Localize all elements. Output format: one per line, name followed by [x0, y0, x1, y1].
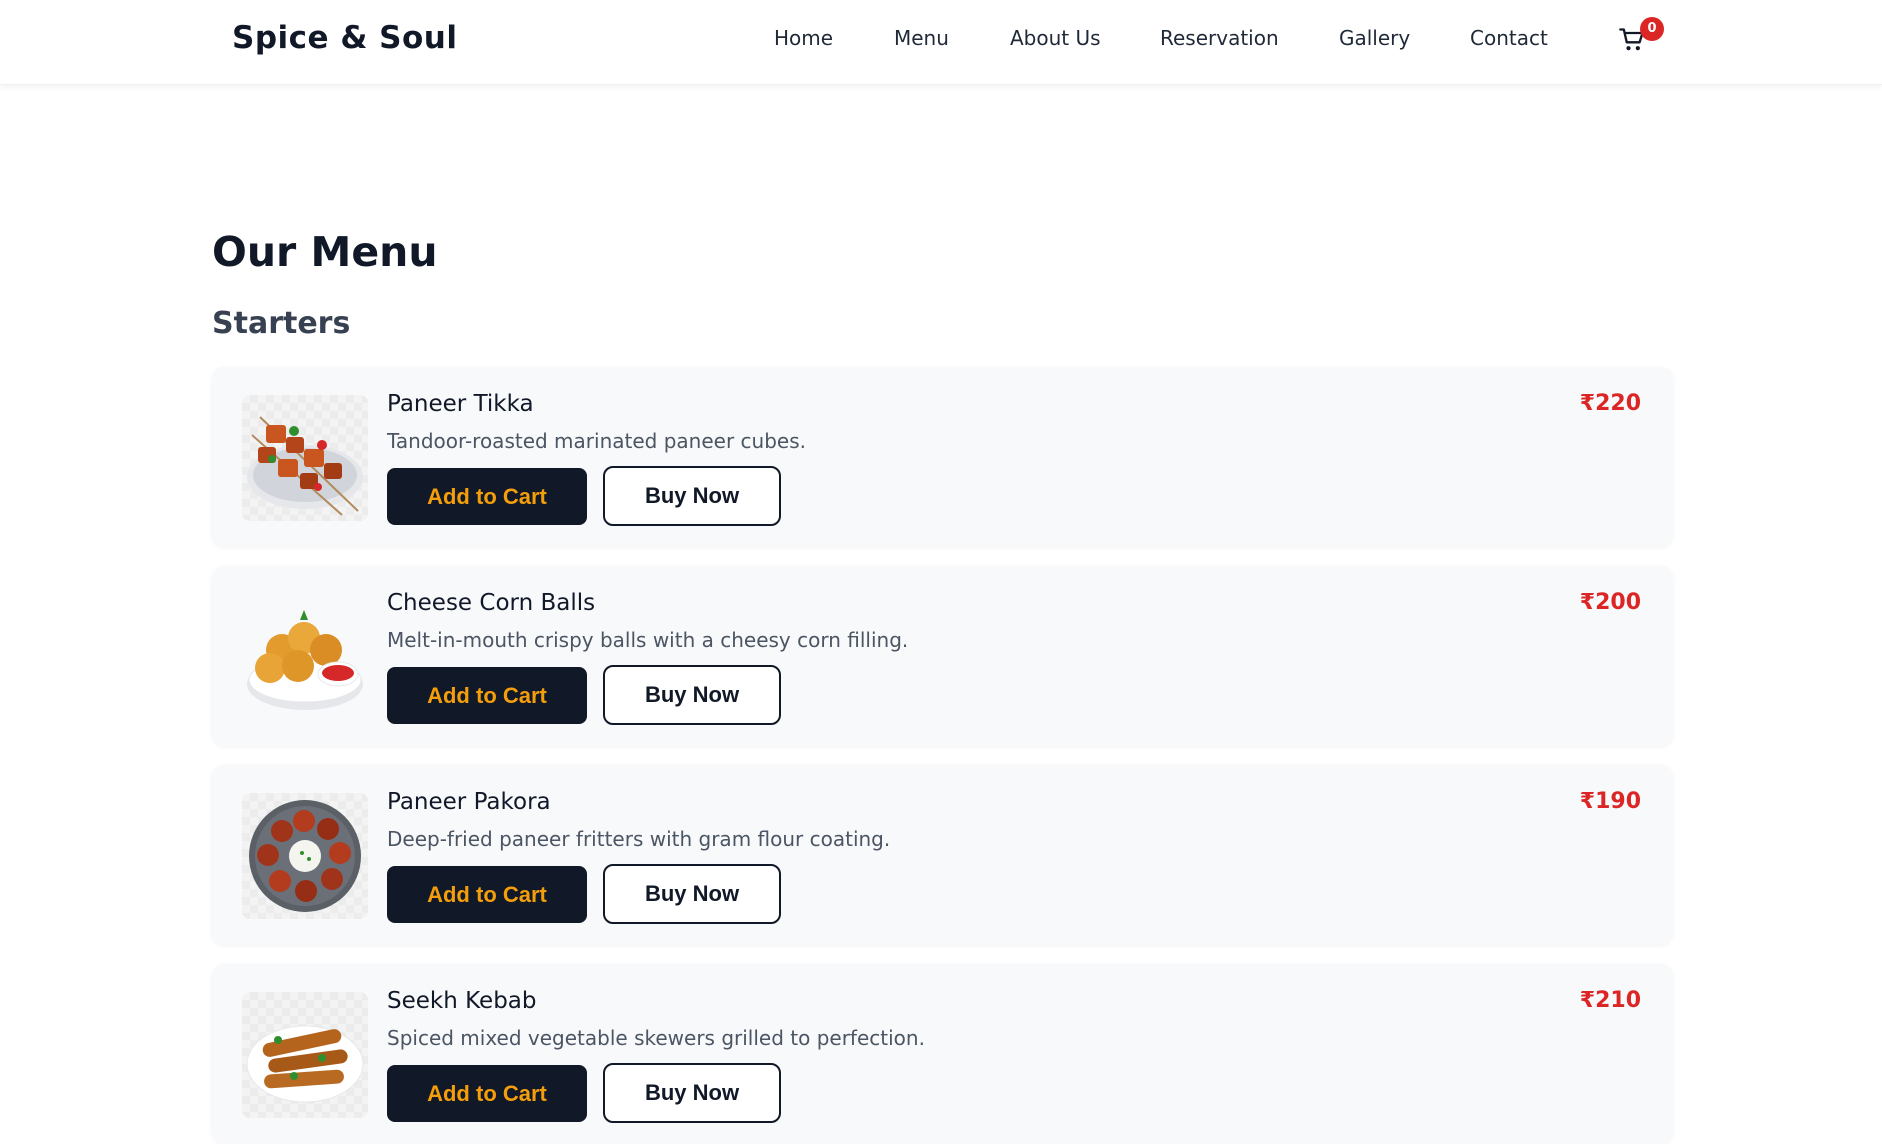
section-title-starters: Starters — [212, 306, 351, 341]
nav-contact[interactable]: Contact — [1470, 26, 1548, 50]
add-to-cart-button[interactable]: Add to Cart — [387, 667, 587, 724]
item-price: ₹210 — [1579, 988, 1641, 1013]
item-price: ₹220 — [1579, 391, 1641, 416]
item-name: Paneer Tikka — [387, 391, 534, 417]
item-description: Spiced mixed vegetable skewers grilled t… — [387, 1026, 925, 1050]
menu-item-card: Paneer Pakora Deep-fried paneer fritters… — [212, 765, 1673, 945]
dish-image — [242, 793, 368, 919]
navbar: Spice & Soul Home Menu About Us Reservat… — [0, 0, 1882, 85]
nav-menu[interactable]: Menu — [894, 26, 949, 50]
item-name: Paneer Pakora — [387, 789, 551, 815]
buy-now-button[interactable]: Buy Now — [603, 466, 781, 526]
buy-now-button[interactable]: Buy Now — [603, 1063, 781, 1123]
cart-button[interactable]: 0 — [1614, 17, 1664, 58]
dish-image — [242, 395, 368, 521]
item-name: Cheese Corn Balls — [387, 590, 596, 616]
buy-now-button[interactable]: Buy Now — [603, 864, 781, 924]
menu-item-card: Paneer Tikka Tandoor-roasted marinated p… — [212, 367, 1673, 547]
nav-about-us[interactable]: About Us — [1010, 26, 1101, 50]
page-title: Our Menu — [212, 228, 438, 276]
item-description: Deep-fried paneer fritters with gram flo… — [387, 827, 891, 851]
add-to-cart-button[interactable]: Add to Cart — [387, 468, 587, 525]
item-name: Seekh Kebab — [387, 988, 537, 1014]
brand-logo[interactable]: Spice & Soul — [232, 20, 457, 56]
cart-count-badge: 0 — [1640, 17, 1664, 41]
item-description: Melt-in-mouth crispy balls with a cheesy… — [387, 628, 909, 652]
nav-reservation[interactable]: Reservation — [1160, 26, 1279, 50]
dish-image — [242, 594, 368, 720]
add-to-cart-button[interactable]: Add to Cart — [387, 1065, 587, 1122]
menu-item-card: Seekh Kebab Spiced mixed vegetable skewe… — [212, 964, 1673, 1144]
buy-now-button[interactable]: Buy Now — [603, 665, 781, 725]
item-description: Tandoor-roasted marinated paneer cubes. — [387, 429, 806, 453]
dish-image — [242, 992, 368, 1118]
add-to-cart-button[interactable]: Add to Cart — [387, 866, 587, 923]
item-price: ₹200 — [1579, 590, 1641, 615]
nav-home[interactable]: Home — [774, 26, 833, 50]
nav-gallery[interactable]: Gallery — [1339, 26, 1410, 50]
menu-item-card: Cheese Corn Balls Melt-in-mouth crispy b… — [212, 566, 1673, 746]
item-price: ₹190 — [1579, 789, 1641, 814]
